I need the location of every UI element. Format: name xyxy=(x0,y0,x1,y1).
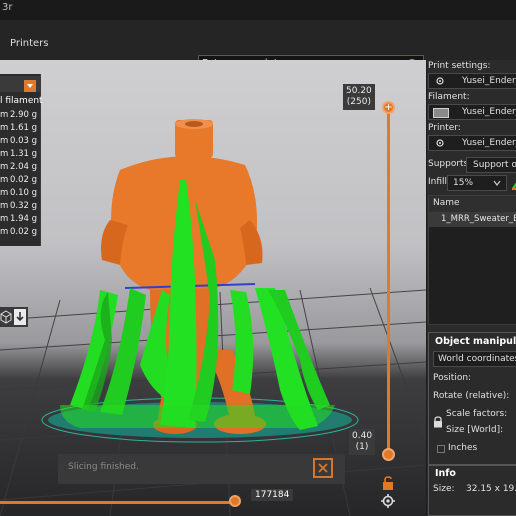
slicing-notification: Slicing finished. xyxy=(58,454,345,484)
printer-combo[interactable]: Yusei_Ender_3 xyxy=(428,135,516,151)
window-title: 3r xyxy=(2,2,13,13)
sliced-info-header xyxy=(0,76,40,92)
object-list: Name 1_MRR_Sweater_Bo xyxy=(428,195,516,325)
print-settings-combo[interactable]: Yusei_Ender_3 xyxy=(428,73,516,89)
layer-top-label: 50.20 (250) xyxy=(343,84,375,110)
object-list-header[interactable]: Name xyxy=(429,196,516,213)
vertical-layer-slider[interactable] xyxy=(387,108,390,456)
filament-color-swatch xyxy=(433,108,449,118)
rotate-label: Rotate (relative): xyxy=(433,391,510,401)
wipe-tower-icon[interactable] xyxy=(511,176,516,190)
layer-bottom-label: 0.40 (1) xyxy=(349,429,376,455)
filament-combo[interactable]: Yusei_Ender_3 xyxy=(428,104,516,120)
export-icon[interactable] xyxy=(14,309,26,325)
inches-label: Inches xyxy=(448,443,478,453)
menu-bar: Printers xyxy=(0,20,516,72)
filament-column-title: l filament xyxy=(0,96,43,106)
info-title: Info xyxy=(435,468,456,479)
tab-printers[interactable]: Printers xyxy=(10,38,48,49)
gear-icon xyxy=(436,139,444,147)
layer-bottom-thumb[interactable] xyxy=(382,448,395,461)
info-panel: Info Size: 32.15 x 19.90 xyxy=(428,464,516,516)
horizontal-slider-track[interactable] xyxy=(0,501,240,504)
supports-label: Supports: xyxy=(428,159,472,169)
object-manipulation-panel: Object manipulatio World coordinates Pos… xyxy=(428,332,516,466)
printer-label: Printer: xyxy=(428,123,461,133)
legend-dropdown[interactable] xyxy=(24,80,36,92)
filament-label: Filament: xyxy=(428,92,470,102)
gear-icon[interactable] xyxy=(381,494,395,508)
supports-combo[interactable]: Support or xyxy=(466,157,516,173)
horizontal-slider-thumb[interactable] xyxy=(229,495,241,507)
table-row[interactable]: 1_MRR_Sweater_Bo xyxy=(429,213,516,227)
chevron-down-icon xyxy=(27,84,33,88)
cube-icon[interactable] xyxy=(0,310,12,324)
title-bar: 3r xyxy=(0,0,516,20)
sliced-info-panel: l filament m 2.90 g m 1.61 g m 0.03 g m 1.31… xyxy=(0,74,43,246)
close-notification-button[interactable] xyxy=(313,458,333,478)
unlock-icon[interactable] xyxy=(382,476,394,490)
coordinates-combo[interactable]: World coordinates xyxy=(433,351,516,367)
gear-icon xyxy=(436,77,444,85)
size-info-value: 32.15 x 19.90 xyxy=(466,484,516,494)
position-label: Position: xyxy=(433,373,472,383)
scale-label: Scale factors: xyxy=(446,409,508,419)
horizontal-slider-value: 177184 xyxy=(251,489,294,501)
print-settings-label: Print settings: xyxy=(428,61,491,71)
close-icon xyxy=(318,463,328,473)
size-info-label: Size: xyxy=(433,484,455,494)
layer-top-thumb[interactable]: + xyxy=(382,101,395,114)
infill-combo[interactable]: 15% xyxy=(447,175,507,191)
lock-icon[interactable] xyxy=(433,416,443,428)
view-toolbar xyxy=(0,307,28,327)
size-label: Size [World]: xyxy=(446,425,504,435)
object-manipulation-title: Object manipulatio xyxy=(435,336,516,347)
right-sidebar: Print settings: Yusei_Ender_3 Filament: … xyxy=(426,60,516,516)
inches-checkbox[interactable] xyxy=(437,445,445,453)
chevron-down-icon xyxy=(493,180,501,186)
notification-text: Slicing finished. xyxy=(68,462,139,472)
